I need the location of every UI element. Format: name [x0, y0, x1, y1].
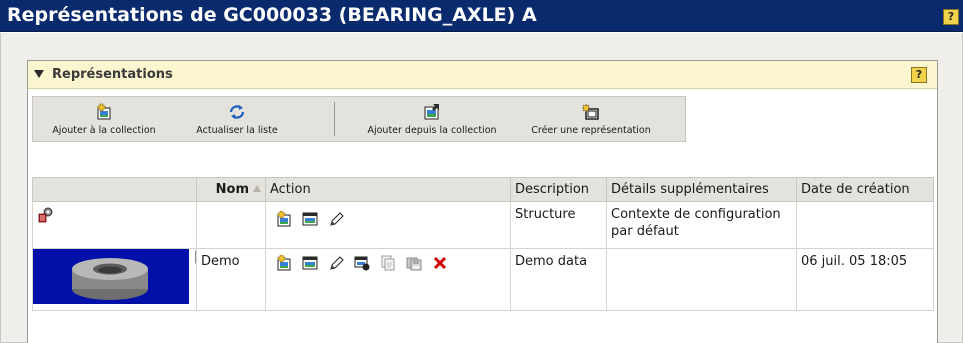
configuration-structure-icon: [38, 207, 53, 223]
description-cell: Demo data: [510, 248, 607, 311]
create-representation-button[interactable]: Créer une représentation: [525, 97, 657, 141]
view-icon[interactable]: [302, 211, 318, 227]
representations-panel: Représentations ? Ajouter à la collectio…: [27, 60, 938, 343]
add-from-collection-icon: [424, 104, 439, 120]
add-to-collection-icon[interactable]: [276, 255, 292, 271]
table-row: Structure Contexte de configuration par …: [32, 201, 934, 249]
view-thumbnail-icon[interactable]: [195, 249, 196, 265]
sort-ascending-icon[interactable]: [253, 185, 261, 192]
toolbar: Ajouter à la collection Actualiser la li…: [32, 96, 686, 142]
page-body: Représentations ? Ajouter à la collectio…: [0, 33, 963, 343]
bearing-thumbnail-icon: [72, 258, 148, 300]
add-to-collection-button[interactable]: Ajouter à la collection: [35, 97, 173, 141]
title-bar: Représentations de GC000033 (BEARING_AXL…: [0, 0, 963, 32]
refresh-list-button[interactable]: Actualiser la liste: [179, 97, 295, 141]
help-button[interactable]: ?: [943, 9, 959, 25]
details-cell: [606, 248, 797, 311]
actions-cell: [265, 248, 511, 311]
name-cell: [196, 201, 266, 249]
column-header-name-label: Nom: [215, 182, 249, 197]
create-representation-icon: [582, 103, 599, 120]
set-default-icon[interactable]: [354, 255, 370, 271]
page-title: Représentations de GC000033 (BEARING_AXL…: [7, 4, 537, 26]
copy-icon[interactable]: [380, 255, 396, 271]
table-header-row: Nom Action Description Détails supplémen…: [32, 177, 934, 202]
column-header-description[interactable]: Description: [510, 177, 607, 202]
actions-cell: [265, 201, 511, 249]
panel-help-button[interactable]: ?: [911, 67, 927, 83]
column-header-date[interactable]: Date de création: [796, 177, 934, 202]
column-header-name[interactable]: Nom: [196, 177, 266, 202]
column-header-type: [32, 177, 197, 202]
date-cell: 06 juil. 05 18:05: [796, 248, 934, 311]
add-from-collection-label: Ajouter depuis la collection: [367, 125, 497, 136]
toolbar-separator: [334, 102, 335, 136]
refresh-list-label: Actualiser la liste: [196, 125, 278, 136]
table-row: Demo Demo data 06 juil. 05 18:05: [32, 248, 934, 311]
view-icon[interactable]: [302, 255, 318, 271]
name-cell: Demo: [196, 248, 266, 311]
representations-table: Nom Action Description Détails supplémen…: [32, 177, 934, 311]
details-cell: Contexte de configuration par défaut: [606, 201, 797, 249]
add-to-collection-icon: [97, 103, 111, 120]
add-from-collection-button[interactable]: Ajouter depuis la collection: [341, 97, 523, 141]
save-icon[interactable]: [406, 255, 422, 271]
type-cell: [32, 201, 197, 249]
type-cell: [32, 248, 197, 311]
delete-icon[interactable]: [432, 255, 448, 271]
panel-title: Représentations: [52, 67, 173, 82]
column-header-details[interactable]: Détails supplémentaires: [606, 177, 797, 202]
description-cell: Structure: [510, 201, 607, 249]
collapse-triangle-icon[interactable]: [34, 70, 44, 78]
edit-icon[interactable]: [328, 211, 344, 227]
refresh-icon: [229, 105, 245, 119]
date-cell: [796, 201, 934, 249]
panel-header[interactable]: Représentations ?: [28, 61, 937, 89]
create-representation-label: Créer une représentation: [531, 125, 651, 136]
thumbnail-image[interactable]: [33, 248, 189, 304]
add-to-collection-icon[interactable]: [276, 211, 292, 227]
edit-icon[interactable]: [328, 255, 344, 271]
add-to-collection-label: Ajouter à la collection: [52, 125, 156, 136]
column-header-action: Action: [265, 177, 511, 202]
